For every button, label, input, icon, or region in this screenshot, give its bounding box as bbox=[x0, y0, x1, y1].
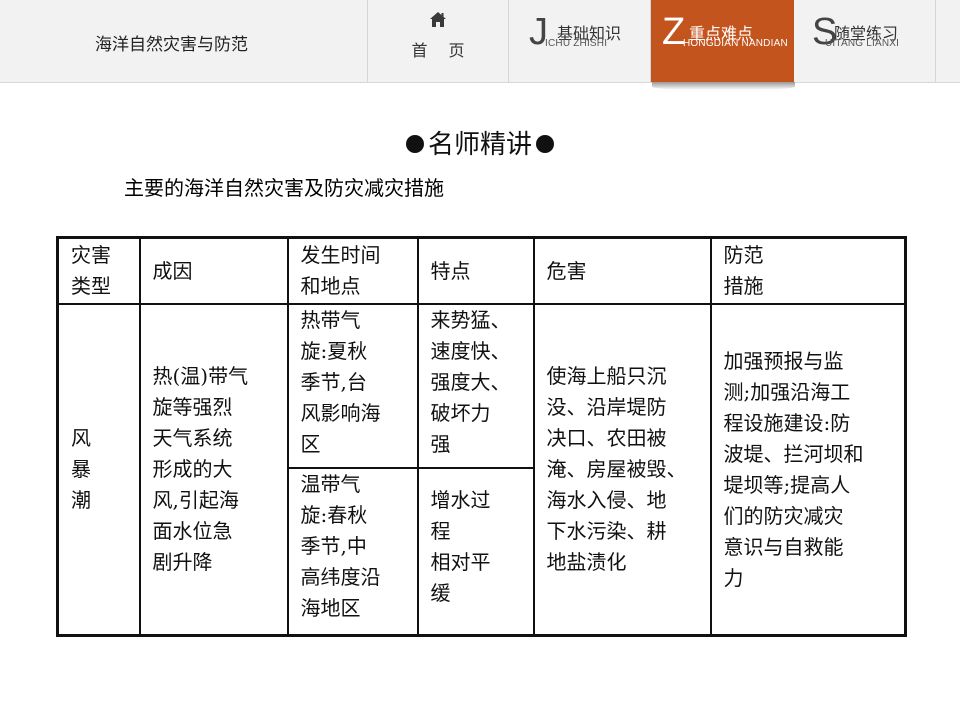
cell-text: 地盐渍化 bbox=[546, 550, 627, 574]
cell-text: 强度大、 bbox=[430, 370, 511, 394]
header-cause: 成因 bbox=[138, 236, 289, 305]
header-harm: 危害 bbox=[532, 236, 712, 305]
table-caption: 主要的海洋自然灾害及防灾减灾措施 bbox=[124, 176, 444, 200]
cell-text: 测;加强沿海工 bbox=[723, 379, 851, 404]
cell-text: 面水位急 bbox=[152, 519, 233, 543]
active-tab-shadow bbox=[652, 82, 795, 90]
header-text: 发生时间 bbox=[300, 243, 381, 267]
cell-text: 没、沿岸堤防 bbox=[546, 395, 667, 419]
cell-time-place-tropical: 热带气 旋:夏秋 季节,台 风影响海 区 bbox=[286, 303, 419, 469]
lesson-title-cell: 海洋自然灾害与防范 bbox=[0, 0, 368, 82]
cell-text: 程设施建设:防 bbox=[723, 410, 851, 435]
cell-text: 意识与自救能 bbox=[723, 534, 844, 559]
lesson-title: 海洋自然灾害与防范 bbox=[95, 35, 248, 55]
cell-text: 旋:夏秋 bbox=[300, 339, 368, 363]
tab-key-points[interactable]: Z 重点难点 HONGDIAN NANDIAN bbox=[651, 0, 794, 82]
cell-features-temperate: 增水过 程 相对平 缓 bbox=[416, 467, 535, 637]
header-measures: 防范 措施 bbox=[709, 236, 907, 305]
cell-text: 季节,中 bbox=[300, 534, 367, 558]
cell-text: 来势猛、 bbox=[430, 308, 511, 332]
header-text: 措施 bbox=[723, 274, 764, 298]
cell-text: 风,引起海 bbox=[152, 488, 239, 512]
cell-text: 潮 bbox=[71, 488, 91, 512]
cell-harm: 使海上船只沉 没、沿岸堤防 决口、农田被 淹、房屋被毁、 海水入侵、地 下水污染… bbox=[532, 303, 712, 637]
cell-text: 天气系统 bbox=[152, 426, 233, 450]
cell-text: 破坏力 bbox=[430, 401, 491, 425]
section-heading-text: 名师精讲 bbox=[427, 130, 532, 160]
cell-text: 剧升降 bbox=[152, 550, 213, 574]
section-heading: 名师精讲 bbox=[0, 124, 960, 161]
bullet-dot-icon bbox=[405, 135, 424, 153]
cell-text: 下水污染、耕 bbox=[546, 519, 667, 543]
table-row: 风 暴 潮 热(温)带气 旋等强烈 天气系统 形成的大 风,引起海 面水位急 剧… bbox=[56, 303, 907, 637]
cell-text: 海地区 bbox=[300, 596, 361, 620]
home-label: 首 页 bbox=[411, 41, 473, 60]
cell-text: 缓 bbox=[430, 581, 451, 605]
cell-text: 加强预报与监 bbox=[723, 348, 844, 373]
cell-text: 决口、农田被 bbox=[546, 426, 667, 450]
cell-text: 热(温)带气 bbox=[152, 364, 249, 388]
cell-text: 暴 bbox=[71, 457, 91, 481]
tab-basic-knowledge[interactable]: J 基础知识 ICHU ZHISHI bbox=[509, 0, 651, 82]
cell-text: 相对平 bbox=[430, 550, 491, 574]
cell-text: 热带气 bbox=[300, 308, 361, 332]
cell-disaster-type: 风 暴 潮 bbox=[56, 303, 141, 637]
header-features: 特点 bbox=[416, 236, 535, 305]
cell-text: 形成的大 bbox=[152, 457, 233, 481]
cell-text: 增水过 bbox=[430, 488, 491, 512]
header-time-place: 发生时间 和地点 bbox=[286, 236, 419, 305]
cell-text: 们的防灾减灾 bbox=[723, 503, 844, 528]
disaster-table: 灾害 类型 成因 发生时间 和地点 特点 危害 防范 措施 风 暴 潮 热(温)… bbox=[56, 236, 907, 637]
top-nav-bar: 海洋自然灾害与防范 首 页 J 基础知识 ICHU ZHISHI Z 重点难点 … bbox=[0, 0, 960, 83]
header-text: 和地点 bbox=[300, 274, 361, 298]
cell-text: 淹、房屋被毁、 bbox=[546, 457, 687, 481]
tab-pinyin: HONGDIAN NANDIAN bbox=[683, 38, 788, 49]
cell-measures: 加强预报与监 测;加强沿海工 程设施建设:防 波堤、拦河坝和 堤坝等;提高人 们… bbox=[709, 303, 907, 637]
tab-pinyin: ICHU ZHISHI bbox=[545, 38, 608, 49]
cell-cause: 热(温)带气 旋等强烈 天气系统 形成的大 风,引起海 面水位急 剧升降 bbox=[138, 303, 289, 637]
cell-text: 堤坝等;提高人 bbox=[723, 472, 851, 497]
header-text: 灾害 bbox=[71, 243, 111, 267]
cell-text: 强 bbox=[430, 432, 451, 456]
header-type: 灾害 类型 bbox=[56, 236, 141, 305]
cell-text: 程 bbox=[430, 519, 451, 543]
table-header-row: 灾害 类型 成因 发生时间 和地点 特点 危害 防范 措施 bbox=[56, 236, 907, 305]
cell-text: 使海上船只沉 bbox=[546, 364, 667, 388]
cell-time-place-temperate: 温带气 旋:春秋 季节,中 高纬度沿 海地区 bbox=[286, 467, 419, 637]
cell-text: 季节,台 bbox=[300, 370, 367, 394]
cell-text: 旋:春秋 bbox=[300, 503, 368, 527]
tab-class-practice[interactable]: S 随堂练习 UITANG LIANXI bbox=[794, 0, 936, 82]
cell-text: 波堤、拦河坝和 bbox=[723, 441, 864, 466]
cell-features-tropical: 来势猛、 速度快、 强度大、 破坏力 强 bbox=[416, 303, 535, 469]
home-icon bbox=[430, 12, 446, 27]
cell-text: 旋等强烈 bbox=[152, 395, 233, 419]
tab-pinyin: UITANG LIANXI bbox=[825, 38, 900, 49]
cell-text: 风影响海 bbox=[300, 401, 381, 425]
header-text: 防范 bbox=[723, 243, 764, 267]
cell-text: 速度快、 bbox=[430, 339, 511, 363]
tab-letter: Z bbox=[662, 11, 686, 53]
cell-text: 区 bbox=[300, 432, 321, 456]
bullet-dot-icon bbox=[536, 135, 554, 153]
cell-text: 高纬度沿 bbox=[300, 565, 381, 589]
header-text: 类型 bbox=[71, 274, 111, 298]
cell-text: 海水入侵、地 bbox=[546, 488, 667, 512]
cell-text: 温带气 bbox=[300, 472, 361, 496]
cell-text: 力 bbox=[723, 565, 744, 590]
cell-text: 风 bbox=[71, 426, 91, 450]
home-button[interactable]: 首 页 bbox=[368, 0, 509, 82]
